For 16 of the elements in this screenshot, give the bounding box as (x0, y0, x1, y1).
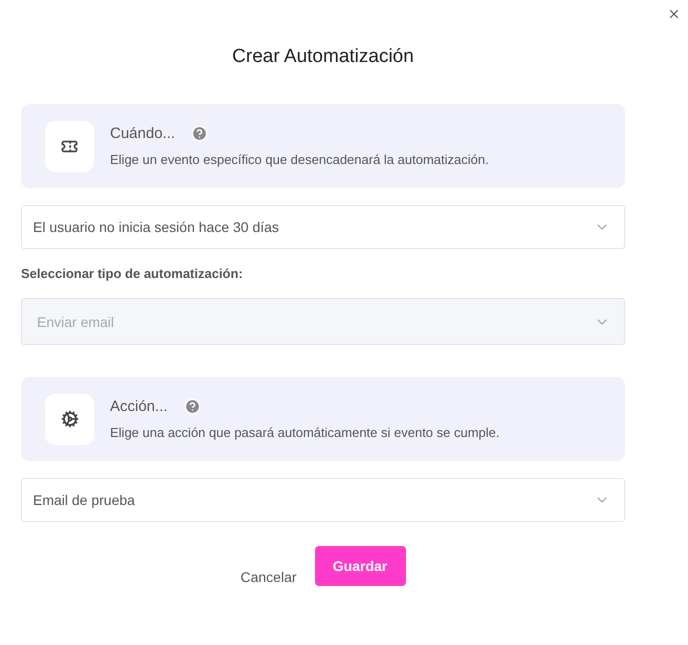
ticket-icon (61, 138, 78, 154)
field-label: Seleccionar tipo de automatización: (21, 266, 244, 281)
dialog-title: Crear Automatización (231, 46, 415, 68)
dropdown-value: Email de prueba (33, 492, 135, 508)
dropdown-value: El usuario no inicia sesión hace 30 días (33, 219, 279, 235)
dropdown-field[interactable]: Email de prueba (21, 478, 625, 522)
help-icon[interactable] (184, 398, 201, 415)
card-description: Elige una acción que pasará automáticamente si evento se cumple. (110, 425, 500, 440)
help-icon[interactable] (191, 125, 208, 142)
card-heading: Cuándo... (110, 125, 176, 142)
card-heading: Acción... (110, 398, 168, 415)
dropdown-value: Enviar email (37, 314, 114, 330)
close-icon[interactable] (667, 7, 681, 21)
dropdown-field[interactable]: El usuario no inicia sesión hace 30 días (21, 205, 625, 249)
cancel-button[interactable]: Cancelar (240, 569, 297, 585)
card-description: Elige un evento específico que desencadenará la automatización. (110, 152, 489, 167)
